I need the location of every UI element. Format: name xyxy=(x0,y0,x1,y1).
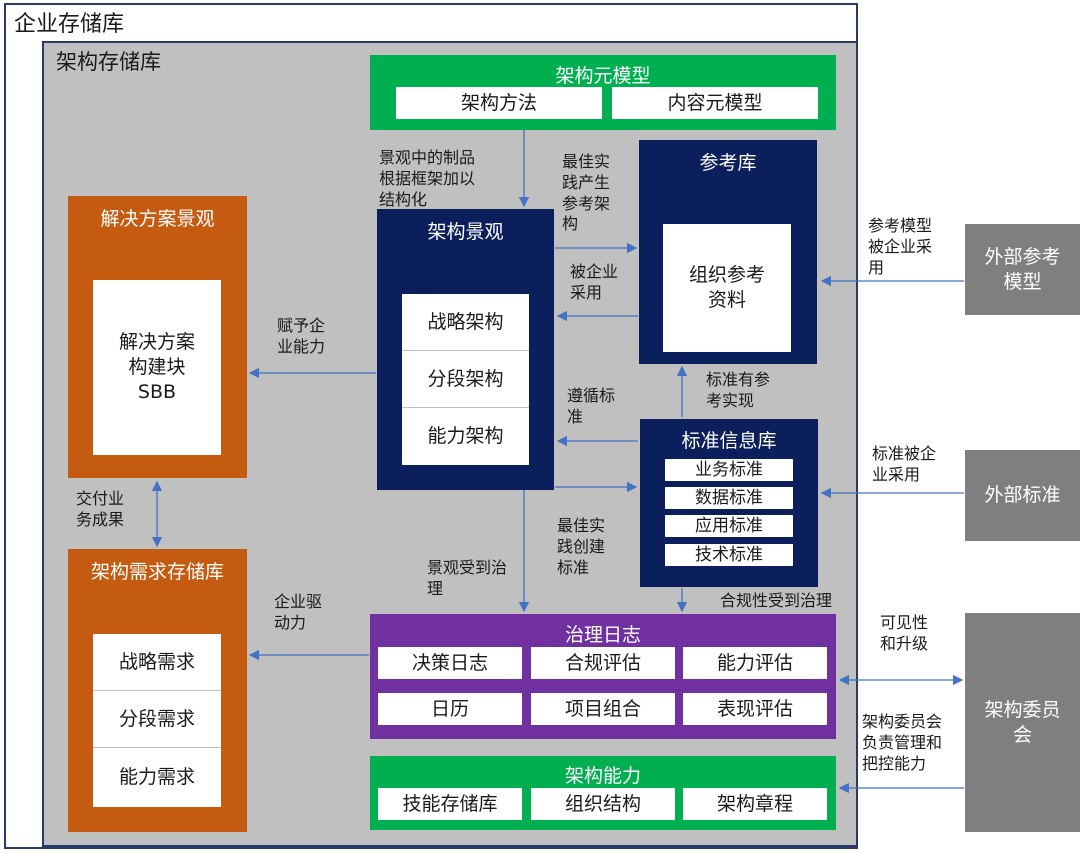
label-best-practice-standards: 最佳实 践创建 标准 xyxy=(557,516,606,577)
label-landscape-structured: 景观中的制品 根据框架加以 结构化 xyxy=(379,148,476,209)
label-enterprise-drivers: 企业驱 动力 xyxy=(274,592,323,632)
label-visibility-escalation: 可见性 和升级 xyxy=(880,613,929,653)
label-follow-standards: 遵循标 准 xyxy=(567,386,616,426)
label-deliver-outcomes: 交付业 务成果 xyxy=(76,489,125,529)
label-best-practice-ref: 最佳实 践产生 参考架 构 xyxy=(562,152,611,234)
label-ref-models-adopted: 参考模型 被企业采 用 xyxy=(868,216,933,277)
label-standards-reference: 标准有参 考实现 xyxy=(706,370,771,410)
label-compliance-governed: 合规性受到治理 xyxy=(720,591,833,610)
label-board-responsibility: 架构委员会 负责管理和 把控能力 xyxy=(862,712,943,773)
label-standards-adopted: 标准被企 业采用 xyxy=(872,444,937,484)
label-adopted: 被企业 采用 xyxy=(570,262,619,302)
label-empower: 赋予企 业能力 xyxy=(277,316,326,356)
label-landscape-governed: 景观受到治 理 xyxy=(427,558,508,598)
